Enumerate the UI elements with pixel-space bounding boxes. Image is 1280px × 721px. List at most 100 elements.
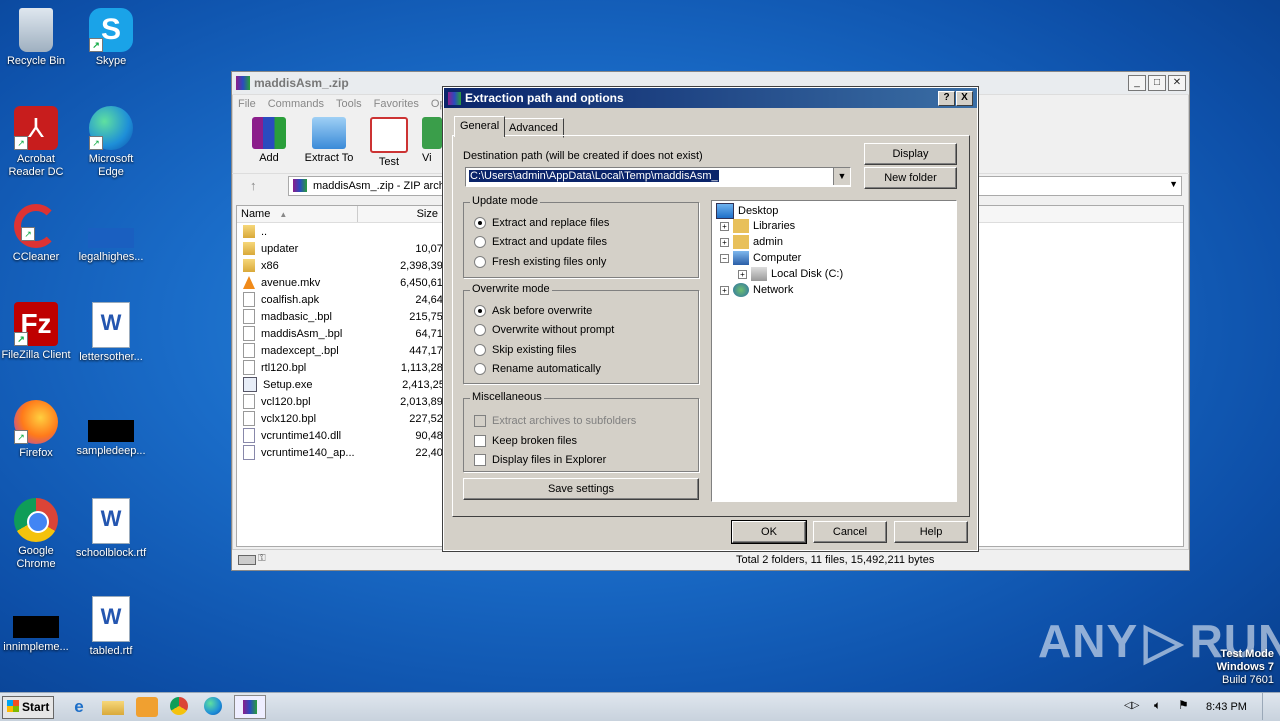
expand-icon[interactable]: + [738,269,747,279]
tab-general[interactable]: General [454,116,506,137]
desktop-icon-legalhighes[interactable]: legalhighes... [75,204,147,264]
desktop-icon-acrobat[interactable]: ⅄ ↗ Acrobat Reader DC [0,106,72,179]
desktop-icon-tabled[interactable]: W tabled.rtf [75,596,147,658]
taskbar-winrar-icon[interactable] [234,695,266,719]
expand-icon[interactable]: + [720,221,729,231]
extract-to-button[interactable]: Extract To [302,113,356,173]
desktop-icon-sampledeep[interactable]: sampledeep... [75,400,147,458]
desktop-icon-schoolblock[interactable]: W schoolblock.rtf [75,498,147,560]
shortcut-arrow-icon: ↗ [21,227,35,241]
desktop-icon-innimpleme[interactable]: innimpleme... [0,596,72,654]
tree-item-network[interactable]: + Network [720,283,793,297]
radio-fresh-existing[interactable]: Fresh existing files only [474,256,606,268]
update-mode-group: Update mode Extract and replace files Ex… [463,195,699,278]
file-name: vcl120.bpl [261,395,311,408]
radio-icon [474,217,486,229]
desktop-icon-edge[interactable]: ↗ Microsoft Edge [75,106,147,179]
chevron-down-icon[interactable]: ▼ [1169,179,1178,189]
file-size: 6,450,610 [400,276,449,289]
radio-skip-existing[interactable]: Skip existing files [474,344,576,356]
tray-show-hidden-icon[interactable]: ◁▷ [1124,700,1139,711]
filezilla-icon: Fz ↗ [14,302,58,346]
radio-ask-before-overwrite[interactable]: Ask before overwrite [474,305,592,317]
save-settings-button[interactable]: Save settings [463,478,699,500]
folder-tree[interactable]: Desktop + Libraries + admin − Computer + Loc… [711,200,957,502]
ok-button[interactable]: OK [731,520,807,544]
file-size: 64,712 [415,327,449,340]
shortcut-arrow-icon: ↗ [89,38,103,52]
taskbar-chrome-icon[interactable] [170,697,188,715]
shortcut-arrow-icon: ↗ [14,332,28,346]
desktop-icon-label: Firefox [19,447,53,459]
folder-icon [243,259,255,272]
test-button[interactable]: Test [362,113,416,173]
dialog-title: Extraction path and options [465,91,624,105]
checkbox-extract-subfolders[interactable]: Extract archives to subfolders [474,415,636,427]
column-name[interactable]: Name ▲ [237,206,358,222]
show-desktop-button[interactable] [1262,693,1280,720]
help-button[interactable]: Help [894,521,968,543]
destination-path-input[interactable]: C:\Users\admin\AppData\Local\Temp\maddis… [465,167,851,187]
misc-title: Miscellaneous [470,391,544,403]
close-title-button[interactable]: X [956,91,973,106]
radio-icon [474,305,486,317]
clock[interactable]: 8:43 PM [1206,701,1247,713]
view-book-icon [422,117,442,149]
start-button[interactable]: Start [2,696,54,719]
overwrite-mode-group: Overwrite mode Ask before overwrite Over… [463,283,699,384]
file-name: updater [261,242,299,255]
checkbox-display-explorer[interactable]: Display files in Explorer [474,454,606,466]
taskbar-edge-icon[interactable] [204,697,222,715]
display-button[interactable]: Display [864,143,957,165]
tree-item-desktop[interactable]: Desktop [716,203,778,219]
checkbox-keep-broken[interactable]: Keep broken files [474,435,577,447]
test-label: Test [378,156,400,168]
collapse-icon[interactable]: − [720,253,729,263]
desktop-icon-recycle-bin[interactable]: Recycle Bin [0,8,72,68]
desktop-icon-chrome[interactable]: Google Chrome [0,498,72,571]
radio-rename-automatically[interactable]: Rename automatically [474,363,601,375]
tree-item-libraries[interactable]: + Libraries [720,219,795,233]
close-button[interactable]: ✕ [1168,75,1186,91]
misc-group: Miscellaneous Extract archives to subfol… [463,391,699,472]
expand-icon[interactable]: + [720,237,729,247]
add-archive-icon [252,117,286,149]
maximize-button[interactable]: □ [1148,75,1166,91]
tree-item-admin[interactable]: + admin [720,235,783,249]
tree-item-local-disk[interactable]: + Local Disk (C:) [738,267,843,281]
taskbar-media-player-icon[interactable] [136,697,158,717]
help-title-button[interactable]: ? [938,91,955,106]
desktop-icon-label: legalhighes... [78,251,144,263]
menu-commands[interactable]: Commands [268,98,324,110]
radio-overwrite-without-prompt[interactable]: Overwrite without prompt [474,324,614,336]
column-size[interactable]: Size [358,206,443,222]
new-folder-button[interactable]: New folder [864,167,957,189]
desktop-icon-filezilla[interactable]: Fz ↗ FileZilla Client [0,302,72,362]
taskbar-explorer-icon[interactable] [102,701,124,715]
extract-folder-icon [312,117,346,149]
up-arrow-icon[interactable]: ↑ [250,178,257,193]
dropdown-arrow-button[interactable]: ▼ [833,168,850,185]
menu-tools[interactable]: Tools [336,98,362,110]
desktop-icon-firefox[interactable]: ↗ Firefox [0,400,72,460]
radio-extract-replace[interactable]: Extract and replace files [474,217,609,229]
taskbar-ie-icon[interactable]: e [68,697,90,717]
desktop-icon-skype[interactable]: S ↗ Skype [75,8,147,68]
tray-speaker-icon[interactable]: 🔈︎ [1154,698,1161,713]
tray-flag-icon[interactable]: ⚑ [1178,698,1189,712]
cancel-button[interactable]: Cancel [813,521,887,543]
minimize-button[interactable]: _ [1128,75,1146,91]
add-button[interactable]: Add [242,113,296,173]
desktop-icon-ccleaner[interactable]: ↗ CCleaner [0,204,72,264]
winrar-icon [448,91,461,105]
menu-favorites[interactable]: Favorites [374,98,419,110]
test-mode-text: Test Mode Windows 7 Build 7601 [1217,648,1274,687]
dialog-titlebar[interactable]: Extraction path and options [444,88,977,108]
radio-extract-update[interactable]: Extract and update files [474,236,607,248]
menu-file[interactable]: File [238,98,256,110]
key-icon: ⚿ [258,553,266,564]
tree-item-computer[interactable]: − Computer [720,251,801,265]
taskbar: Start e ◁▷ 🔈︎ ⚑ 8:43 PM [0,692,1280,721]
expand-icon[interactable]: + [720,285,729,295]
desktop-icon-lettersother[interactable]: W lettersother... [75,302,147,364]
